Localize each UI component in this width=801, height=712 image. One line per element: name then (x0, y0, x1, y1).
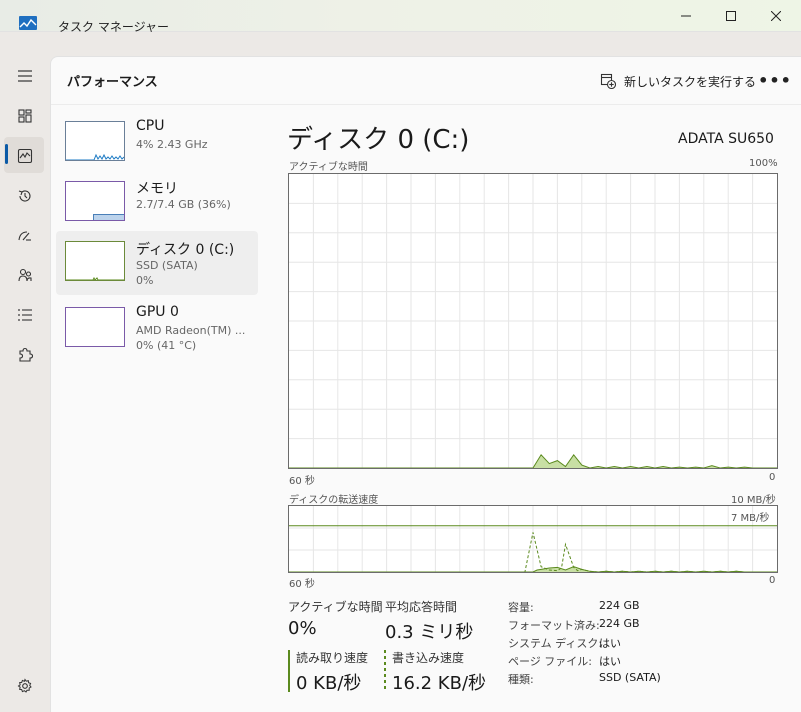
maximize-button[interactable] (709, 6, 753, 26)
active-time-stat-value: 0% (288, 618, 317, 639)
nav-processes[interactable] (12, 103, 38, 129)
prop-type-key: 種類: (508, 673, 534, 686)
cpu-thumbnail-graph (65, 121, 125, 161)
device-name: メモリ (136, 181, 178, 197)
main-panel: パフォーマンス 新しいタスクを実行する ••• CPU 4% 2.43 GHz … (50, 56, 801, 712)
title-bar: タスク マネージャー (0, 0, 801, 34)
write-speed-indicator (384, 650, 386, 692)
startup-speedometer-icon (18, 231, 31, 241)
device-usage: 0% (136, 274, 154, 287)
task-manager-app-icon (19, 16, 37, 30)
read-speed-label: 読み取り速度 (296, 651, 369, 665)
nav-app-history[interactable] (12, 183, 38, 209)
page-title: パフォーマンス (67, 75, 158, 90)
prop-system-disk-value: はい (599, 637, 621, 650)
device-subtitle: AMD Radeon(TM) ... (136, 324, 246, 337)
prop-page-file-value: はい (599, 655, 621, 668)
window-title: タスク マネージャー (58, 20, 169, 34)
services-puzzle-icon (19, 347, 33, 362)
device-item-cpu[interactable]: CPU 4% 2.43 GHz (56, 115, 258, 179)
transfer-chart-svg (289, 506, 777, 573)
prop-formatted-key: フォーマット済み: (508, 619, 600, 632)
run-new-task-button[interactable]: 新しいタスクを実行する (600, 69, 756, 93)
minimize-icon (681, 15, 691, 17)
close-icon (771, 11, 781, 21)
transfer-chart (288, 505, 778, 573)
device-subtitle: 4% 2.43 GHz (136, 138, 208, 151)
new-task-icon (600, 73, 616, 89)
device-subtitle: SSD (SATA) (136, 259, 198, 272)
prop-page-file-key: ページ ファイル: (508, 655, 592, 668)
cpu-thumbnail-svg (66, 153, 124, 160)
more-options-button[interactable]: ••• (758, 67, 791, 93)
nav-users[interactable] (12, 262, 38, 288)
prop-system-disk-key: システム ディスク: (508, 637, 603, 650)
disk-thumbnail-svg (66, 276, 124, 280)
nav-performance[interactable] (12, 143, 38, 169)
avg-response-stat-value: 0.3 ミリ秒 (385, 622, 474, 643)
active-time-stat-label: アクティブな時間 (288, 600, 383, 614)
read-speed-value: 0 KB/秒 (296, 673, 362, 694)
transfer-x-right: 0 (769, 575, 776, 586)
nav-startup-apps[interactable] (12, 223, 38, 249)
device-usage: 0% (41 °C) (136, 339, 197, 352)
nav-details[interactable] (12, 302, 38, 328)
prop-capacity-key: 容量: (508, 601, 534, 614)
prop-formatted-value: 224 GB (599, 617, 640, 630)
memory-thumbnail-graph (65, 181, 125, 221)
nav-settings[interactable] (12, 673, 38, 699)
device-name: CPU (136, 118, 165, 134)
close-button[interactable] (754, 6, 798, 26)
settings-gear-icon (17, 678, 32, 693)
performance-icon (17, 148, 33, 164)
nav-services[interactable] (12, 342, 38, 368)
gpu-thumbnail-graph (65, 307, 125, 347)
disk-thumbnail-graph (65, 241, 125, 281)
transfer-chart-label: ディスクの転送速度 (289, 495, 379, 506)
active-time-chart-svg (289, 174, 777, 469)
transfer-reference-label: 7 MB/秒 (731, 513, 770, 524)
disk-model: ADATA SU650 (678, 131, 774, 147)
device-name: ディスク 0 (C:) (136, 242, 235, 258)
device-subtitle: 2.7/7.4 GB (36%) (136, 198, 231, 211)
active-time-x-right: 0 (769, 472, 776, 483)
gpu-thumbnail-svg (97, 345, 119, 346)
hamburger-icon (18, 70, 32, 82)
read-speed-indicator (288, 650, 290, 692)
transfer-x-left: 60 秒 (289, 579, 315, 590)
prop-capacity-value: 224 GB (599, 599, 640, 612)
history-icon (18, 190, 31, 202)
minimize-button[interactable] (664, 6, 708, 26)
navigation-rail (0, 32, 50, 712)
processes-icon (18, 109, 32, 123)
hamburger-menu-button[interactable] (12, 63, 38, 89)
memory-usage-fill (93, 213, 124, 220)
active-time-chart (288, 173, 778, 469)
run-new-task-label: 新しいタスクを実行する (624, 74, 757, 89)
transfer-chart-max: 10 MB/秒 (731, 495, 776, 506)
device-item-memory[interactable]: メモリ 2.7/7.4 GB (36%) (56, 175, 258, 239)
device-name: GPU 0 (136, 304, 179, 320)
details-list-icon (18, 309, 32, 321)
prop-type-value: SSD (SATA) (599, 671, 661, 684)
device-item-gpu-0[interactable]: GPU 0 AMD Radeon(TM) ... 0% (41 °C) (56, 301, 258, 365)
page-header: パフォーマンス 新しいタスクを実行する ••• (51, 57, 801, 105)
write-speed-label: 書き込み速度 (392, 651, 465, 665)
maximize-icon (726, 11, 736, 21)
users-icon (18, 268, 32, 282)
active-time-chart-label: アクティブな時間 (289, 162, 368, 173)
device-item-disk-0[interactable]: ディスク 0 (C:) SSD (SATA) 0% (56, 231, 258, 295)
active-time-chart-max: 100% (749, 158, 778, 169)
nav-active-indicator (5, 144, 8, 164)
write-speed-value: 16.2 KB/秒 (392, 673, 487, 694)
avg-response-stat-label: 平均応答時間 (385, 600, 458, 614)
active-time-x-left: 60 秒 (289, 476, 315, 487)
disk-title: ディスク 0 (C:) (287, 125, 470, 155)
